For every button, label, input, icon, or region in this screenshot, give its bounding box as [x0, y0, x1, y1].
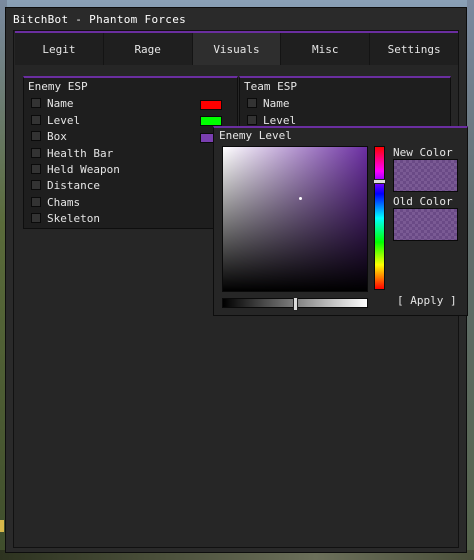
enemy-healthbar-label: Health Bar — [47, 146, 114, 160]
background-object — [0, 520, 4, 532]
alpha-slider-handle[interactable] — [293, 297, 298, 311]
enemy-weapon-checkbox[interactable] — [31, 164, 41, 174]
enemy-esp-level-row: Level — [31, 113, 80, 127]
old-color-preview[interactable] — [393, 208, 458, 241]
alpha-slider[interactable] — [222, 297, 368, 311]
hue-slider[interactable] — [373, 146, 386, 290]
enemy-name-color-swatch[interactable] — [200, 100, 222, 110]
enemy-chams-label: Chams — [47, 195, 81, 209]
enemy-chams-checkbox[interactable] — [31, 197, 41, 207]
enemy-box-label: Box — [47, 129, 67, 143]
saturation-value-field[interactable] — [222, 146, 368, 292]
team-esp-title: Team ESP — [244, 80, 297, 93]
enemy-healthbar-checkbox[interactable] — [31, 148, 41, 158]
enemy-esp-distance-row: Distance — [31, 178, 100, 192]
enemy-esp-box-row: Box — [31, 129, 67, 143]
enemy-name-label: Name — [47, 96, 74, 110]
tab-bar: Legit Rage Visuals Misc Settings — [15, 31, 458, 65]
color-picker-popup: Enemy Level New Color Old Color [ Apply … — [213, 126, 468, 316]
tab-misc[interactable]: Misc — [281, 33, 371, 65]
hue-slider-handle[interactable] — [373, 179, 386, 184]
team-esp-name-row: Name — [247, 96, 290, 110]
enemy-esp-skeleton-row: Skeleton — [31, 211, 100, 225]
enemy-esp-title: Enemy ESP — [28, 80, 88, 93]
team-esp-level-row: Level — [247, 113, 296, 127]
tab-rage[interactable]: Rage — [103, 33, 193, 65]
enemy-level-label: Level — [47, 113, 81, 127]
enemy-esp-name-row: Name — [31, 96, 74, 110]
enemy-distance-checkbox[interactable] — [31, 180, 41, 190]
enemy-esp-chams-row: Chams — [31, 195, 80, 209]
enemy-weapon-label: Held Weapon — [47, 162, 120, 176]
old-color-label: Old Color — [393, 195, 453, 208]
enemy-esp-group: Enemy ESP Name Level Box Health Bar Held… — [23, 76, 238, 229]
enemy-name-checkbox[interactable] — [31, 98, 41, 108]
color-picker-title: Enemy Level — [219, 129, 292, 142]
sv-cursor[interactable] — [299, 197, 302, 200]
team-name-checkbox[interactable] — [247, 98, 257, 108]
enemy-box-checkbox[interactable] — [31, 131, 41, 141]
enemy-esp-healthbar-row: Health Bar — [31, 146, 113, 160]
enemy-distance-label: Distance — [47, 178, 100, 192]
enemy-level-color-swatch[interactable] — [200, 116, 222, 126]
background-right — [467, 0, 474, 560]
new-color-preview — [393, 159, 458, 192]
team-level-checkbox[interactable] — [247, 115, 257, 125]
apply-button[interactable]: [ Apply ] — [397, 294, 457, 307]
enemy-esp-weapon-row: Held Weapon — [31, 162, 120, 176]
tab-visuals[interactable]: Visuals — [192, 33, 282, 65]
team-name-label: Name — [263, 96, 290, 110]
tab-settings[interactable]: Settings — [370, 33, 458, 65]
tab-legit[interactable]: Legit — [15, 33, 104, 65]
new-color-label: New Color — [393, 146, 453, 159]
enemy-skeleton-label: Skeleton — [47, 211, 100, 225]
enemy-skeleton-checkbox[interactable] — [31, 213, 41, 223]
window-title: BitchBot - Phantom Forces — [13, 13, 187, 26]
team-level-label: Level — [263, 113, 297, 127]
enemy-level-checkbox[interactable] — [31, 115, 41, 125]
